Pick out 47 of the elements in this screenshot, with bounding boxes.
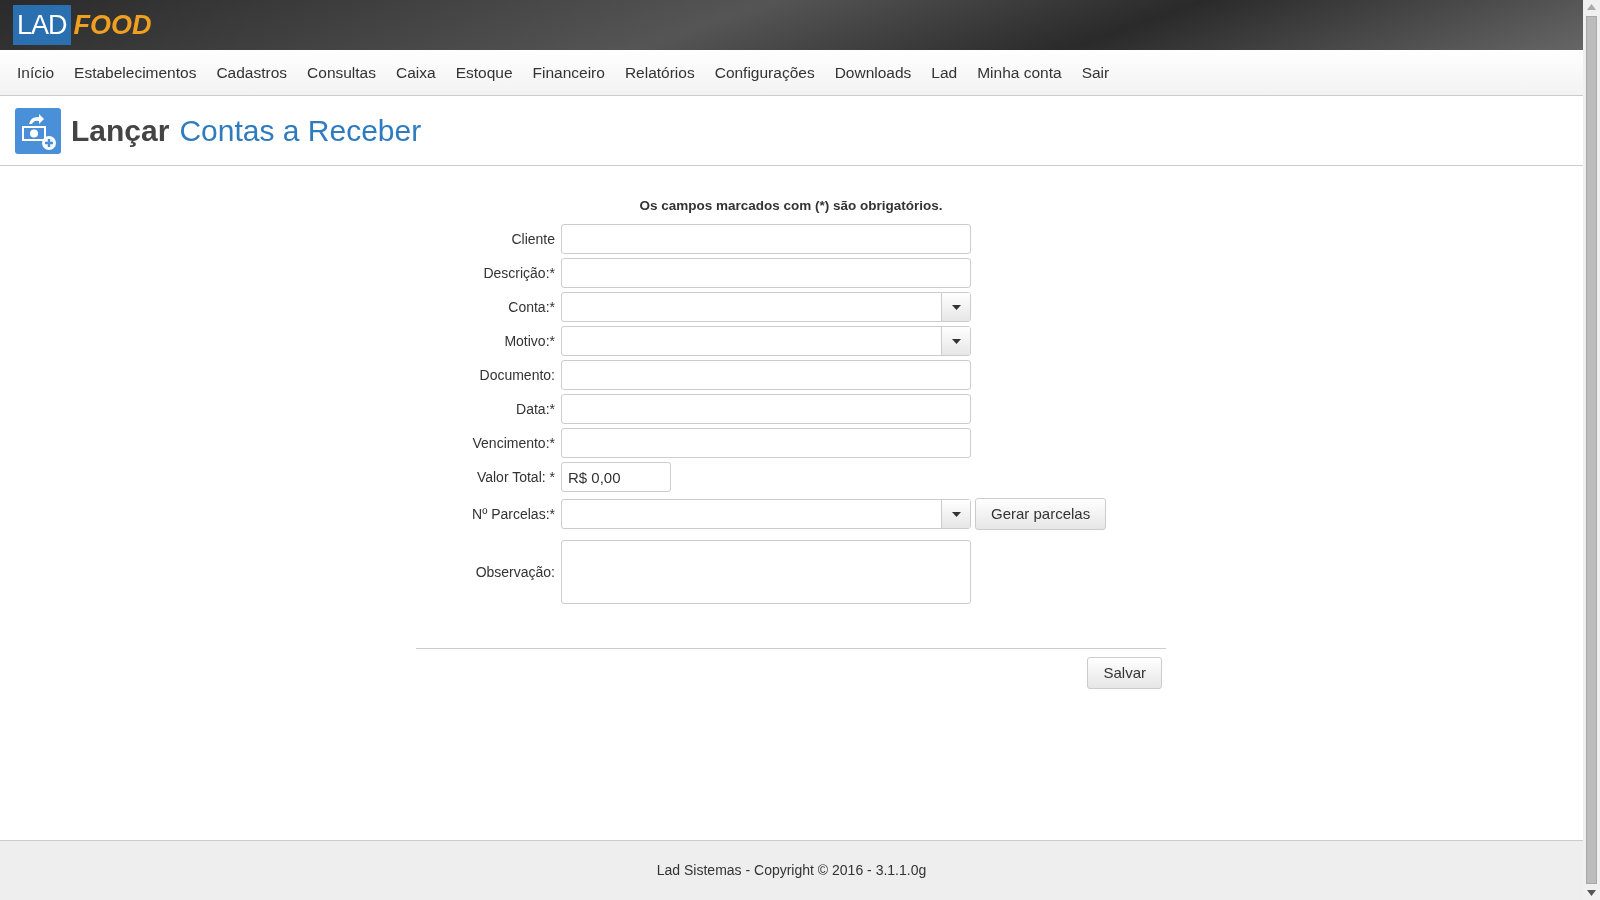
dropdown-field[interactable] [561, 292, 971, 323]
field-label: Motivo:* [503, 331, 556, 351]
field-label: Conta:* [507, 297, 556, 317]
menu-link[interactable]: Configurações [704, 60, 825, 85]
menu-link[interactable]: Downloads [824, 60, 922, 85]
caret-icon [951, 304, 961, 310]
required-fields-note: Os campos marcados com (*) são obrigatórios. [638, 197, 944, 215]
input-field[interactable] [561, 360, 971, 391]
menu-link[interactable]: Minha conta [967, 60, 1072, 85]
textarea-field[interactable] [561, 540, 971, 605]
field-label: Valor Total: * [475, 467, 556, 487]
menu-link[interactable]: Cadastros [206, 60, 298, 85]
caret-icon [951, 511, 961, 517]
input-field[interactable] [561, 258, 971, 289]
menu-link[interactable]: Início [7, 60, 65, 85]
dropdown-field[interactable] [561, 326, 971, 357]
scrollbar[interactable] [1583, 0, 1600, 900]
scroll-down-icon[interactable] [1587, 890, 1596, 896]
field-label: Descrição:* [482, 263, 556, 283]
generate-installments-button[interactable]: Gerar parcelas [975, 498, 1107, 531]
dropdown-field[interactable] [561, 499, 971, 530]
input-field[interactable] [561, 428, 971, 459]
field-label: Vencimento:* [471, 433, 556, 453]
input-field[interactable]: R$ 0,00 [561, 462, 671, 493]
input-field[interactable] [561, 394, 971, 425]
scroll-up-icon[interactable] [1587, 4, 1596, 10]
field-label: Documento: [478, 365, 556, 385]
menu-link[interactable]: Estabelecimentos [64, 60, 207, 85]
menu-link[interactable]: Relatórios [614, 60, 705, 85]
menu-link[interactable]: Financeiro [522, 60, 615, 85]
save-button[interactable]: Salvar [1087, 657, 1162, 690]
lad-food-logo: LAD FOOD [13, 4, 152, 46]
menu-link[interactable]: Caixa [386, 60, 446, 85]
page-title: Lançar [71, 113, 170, 149]
cash-plus-icon [15, 107, 61, 154]
page-subtitle: Contas a Receber [179, 113, 422, 149]
menu-link[interactable]: Lad [921, 60, 968, 85]
field-label: Observação: [474, 562, 556, 582]
menu-link[interactable]: Estoque [445, 60, 523, 85]
field-label: Cliente [510, 229, 556, 249]
caret-icon [951, 338, 961, 344]
menu-link[interactable]: Sair [1071, 60, 1120, 85]
footer-text: Lad Sistemas - Copyright © 2016 - 3.1.1.0g [656, 861, 927, 880]
field-label: Nº Parcelas:* [471, 504, 556, 524]
field-label: Data:* [515, 399, 556, 419]
menu-link[interactable]: Consultas [297, 60, 386, 85]
input-field[interactable] [561, 224, 971, 255]
